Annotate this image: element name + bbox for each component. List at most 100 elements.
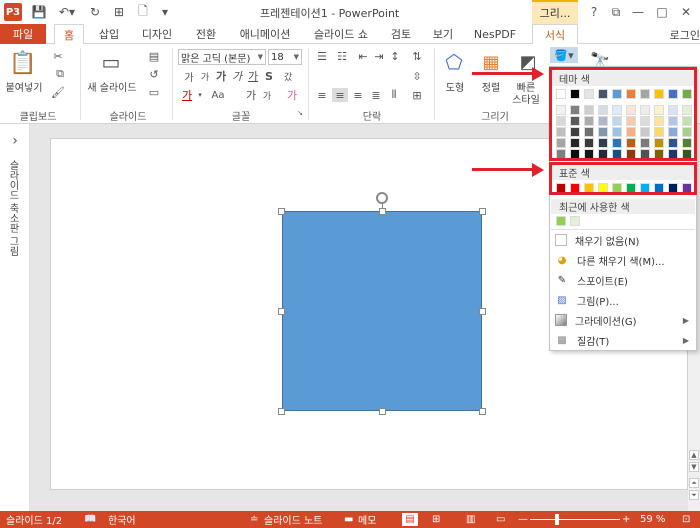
tab-review[interactable]: 검토 — [384, 24, 418, 44]
resize-handle[interactable] — [379, 208, 386, 215]
help-icon[interactable]: ? — [584, 3, 604, 21]
dialog-launcher-icon[interactable]: ↘ — [296, 108, 304, 118]
shape-fill-icon[interactable]: 🪣▾ — [550, 47, 578, 63]
spell-check-icon[interactable]: 📖 — [84, 513, 96, 526]
maximize-icon[interactable]: □ — [652, 3, 672, 21]
close-icon[interactable]: ✕ — [676, 3, 696, 21]
zoom-level[interactable]: 59 % — [640, 513, 665, 526]
reset-icon[interactable]: ↺ — [146, 66, 162, 82]
format-painter-icon[interactable]: 🖌 — [50, 84, 66, 100]
font-color-icon[interactable]: 가 — [178, 88, 196, 102]
resize-handle[interactable] — [278, 408, 285, 415]
reading-view-icon[interactable]: ▥ — [466, 513, 475, 526]
tab-view[interactable]: 보기 — [426, 24, 460, 44]
ribbon-display-icon[interactable]: ⧉ — [606, 3, 626, 21]
align-left-icon[interactable]: ≡ — [314, 88, 330, 102]
decrease-font-icon[interactable]: 가 — [260, 88, 274, 102]
zoom-slider-thumb[interactable] — [555, 514, 559, 525]
columns-icon[interactable]: ⫴ — [386, 88, 402, 102]
tab-file[interactable]: 파일 — [0, 24, 46, 44]
scroll-down-icon[interactable]: ▼ — [689, 462, 699, 472]
resize-handle[interactable] — [479, 308, 486, 315]
italic-icon[interactable]: 가 — [230, 69, 244, 83]
next-slide-icon[interactable]: ⏷ — [689, 490, 699, 500]
copy-icon[interactable]: ⧉ — [50, 66, 70, 82]
align-right-icon[interactable]: ≡ — [350, 88, 366, 102]
menu-item-picture[interactable]: ▨ 그림(P)... — [551, 290, 695, 310]
slide-sorter-icon[interactable]: ⊞ — [432, 513, 440, 526]
resize-handle[interactable] — [479, 408, 486, 415]
language-indicator[interactable]: 한국어 — [108, 513, 136, 527]
resize-handle[interactable] — [379, 408, 386, 415]
tab-format[interactable]: 서식 — [532, 24, 578, 45]
comments-button[interactable]: 메모 — [358, 513, 376, 527]
align-center-icon[interactable]: ≡ — [332, 88, 348, 102]
menu-item-more-fill-colors[interactable]: ◕ 다른 채우기 색(M)... — [551, 250, 695, 270]
paste-icon[interactable]: 📋 — [8, 48, 38, 78]
resize-handle[interactable] — [479, 208, 486, 215]
menu-item-gradient[interactable]: 그라데이션(G) ▶ — [551, 310, 695, 330]
tab-slide-show[interactable]: 슬라이드 쇼 — [306, 24, 376, 44]
color-swatch[interactable] — [570, 216, 580, 226]
tab-insert[interactable]: 삽입 — [92, 24, 126, 44]
text-shadow-icon[interactable]: S — [262, 69, 276, 83]
slide-show-icon[interactable]: ▭ — [496, 513, 505, 526]
bold-icon[interactable]: 가 — [214, 69, 228, 83]
menu-item-no-fill[interactable]: 채우기 없음(N) — [551, 230, 695, 250]
bullets-icon[interactable]: ☰ — [314, 49, 330, 63]
new-file-icon[interactable]: 🗋 — [134, 3, 152, 21]
smartart-icon[interactable]: ⊞ — [410, 88, 424, 102]
login-link[interactable]: 로그인 — [670, 27, 700, 43]
save-icon[interactable]: 💾 — [30, 3, 48, 21]
text-direction-icon[interactable]: ⇅ — [410, 49, 424, 63]
section-icon[interactable]: ▭ — [146, 84, 162, 100]
numbering-icon[interactable]: ☷ — [334, 49, 350, 63]
expand-pane-icon[interactable]: › — [8, 133, 22, 149]
resize-handle[interactable] — [278, 208, 285, 215]
fit-slide-icon[interactable]: ⊡ — [682, 513, 690, 526]
cut-icon[interactable]: ✂ — [50, 48, 66, 64]
tab-home[interactable]: 홈 — [54, 24, 84, 45]
previous-slide-icon[interactable]: ⏶ — [689, 478, 699, 488]
notes-button[interactable]: 슬라이드 노트 — [264, 513, 322, 527]
shrink-font-icon[interactable]: 가 — [198, 69, 212, 83]
paste-button[interactable]: 붙여넣기 — [2, 80, 46, 94]
underline-icon[interactable]: 가 — [246, 69, 260, 83]
font-size-combo[interactable]: 18 ▼ — [268, 49, 302, 65]
grow-font-icon[interactable]: 가 — [182, 69, 196, 84]
shapes-button[interactable]: 도형 — [438, 80, 472, 94]
character-spacing-icon[interactable]: 갔 — [278, 69, 298, 83]
zoom-in-icon[interactable]: + — [622, 513, 630, 526]
shapes-icon[interactable]: ⬠ — [440, 48, 468, 76]
change-case-icon[interactable]: Aa — [208, 88, 228, 102]
layout-icon[interactable]: ▤ — [146, 48, 162, 64]
font-name-combo[interactable]: 맑은 고딕 (본문) ▼ — [178, 49, 266, 65]
normal-view-icon[interactable]: ▤ — [402, 513, 418, 526]
align-text-icon[interactable]: ⇳ — [410, 69, 424, 83]
tab-design[interactable]: 디자인 — [134, 24, 180, 44]
increase-indent-icon[interactable]: ⇥ — [372, 49, 386, 63]
tab-nespdf[interactable]: NesPDF — [470, 24, 520, 44]
undo-icon[interactable]: ↶▾ — [54, 3, 80, 21]
new-slide-icon[interactable]: ▭ — [96, 48, 126, 76]
increase-font-icon[interactable]: 가 — [244, 88, 258, 102]
color-swatch[interactable] — [556, 216, 566, 226]
comments-icon[interactable]: ▬ — [344, 513, 353, 526]
drawing-tools-context-tab[interactable]: 그리... — [532, 0, 578, 24]
menu-item-eyedropper[interactable]: ✎ 스포이트(E) — [551, 270, 695, 290]
scroll-up-icon[interactable]: ▲ — [689, 450, 699, 460]
minimize-icon[interactable]: — — [628, 3, 648, 21]
tab-transitions[interactable]: 전환 — [188, 24, 224, 44]
line-spacing-icon[interactable]: ↕ — [388, 49, 402, 63]
tab-animations[interactable]: 애니메이션 — [232, 24, 298, 44]
redo-icon[interactable]: ↻ — [86, 3, 104, 21]
zoom-out-icon[interactable]: — — [518, 513, 528, 526]
menu-item-texture[interactable]: ▩ 질감(T) ▶ — [551, 330, 695, 350]
chevron-down-icon[interactable]: ▾ — [196, 88, 204, 102]
clear-formatting-icon[interactable]: 가 — [284, 88, 300, 102]
decrease-indent-icon[interactable]: ⇤ — [356, 49, 370, 63]
notes-icon[interactable]: ≐ — [250, 513, 258, 526]
arrange-button[interactable]: 정렬 — [476, 80, 506, 94]
zoom-slider[interactable] — [530, 513, 620, 526]
justify-icon[interactable]: ≣ — [368, 88, 384, 102]
